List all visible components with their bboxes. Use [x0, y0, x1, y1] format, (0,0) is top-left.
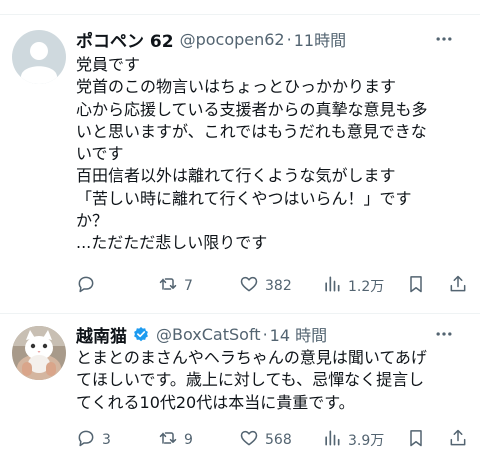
timestamp[interactable]: 11時間	[294, 27, 346, 51]
tweet-1[interactable]: ポコペン 62 @pocopen62 · 11時間 党員です 党首のこの物言いは…	[0, 15, 480, 313]
tweet-text-line: 党員です	[76, 55, 141, 74]
retweet-button[interactable]: 9	[158, 428, 193, 452]
share-button[interactable]	[448, 274, 468, 298]
retweet-icon	[158, 428, 178, 452]
bookmark-button[interactable]	[406, 428, 426, 452]
like-button[interactable]: 568	[239, 428, 292, 452]
view-count: 1.2万	[348, 279, 385, 295]
retweet-icon	[158, 274, 178, 298]
heart-icon	[239, 274, 259, 298]
share-button[interactable]	[448, 428, 468, 452]
tweet-header: ポコペン 62 @pocopen62 · 11時間	[76, 27, 468, 52]
reply-icon	[76, 428, 96, 452]
tweet-header: 越南猫 @BoxCatSoft · 14 時間	[76, 322, 468, 347]
bookmark-icon	[406, 428, 426, 452]
tweet-text-line: 党首のこの物言いはちょっとひっかかります	[76, 77, 397, 97]
views-chart-icon	[322, 428, 342, 452]
timestamp[interactable]: 14 時間	[270, 322, 327, 346]
action-bar: 7 382 1.2万	[76, 274, 468, 298]
share-icon	[448, 274, 468, 298]
action-bar: 3 9 568 3.9万	[76, 428, 468, 452]
tweet-text-line: か？	[76, 211, 109, 231]
like-count: 568	[265, 432, 292, 448]
like-count: 382	[265, 278, 292, 294]
share-icon	[448, 428, 468, 452]
tweet-text-line: 心から応援している支援者からの真摯な意見も多	[76, 99, 428, 119]
more-options-icon[interactable]	[434, 324, 454, 344]
tweet-text-line: てほしいです。歳上に対しても、忌憚なく提言し	[76, 370, 425, 390]
tweet-text-line: ...ただただ悲しい限りです	[76, 233, 268, 253]
separator-dot: ·	[286, 29, 292, 49]
tweet-text: とまとのまさんやヘラちゃんの意見は聞いてあげ てほしいです。歳上に対しても、忌憚…	[76, 347, 468, 414]
view-count: 3.9万	[348, 433, 385, 449]
cat-photo-avatar[interactable]	[12, 326, 66, 380]
tweet-text-line: 「苦しい時に離れて行くやつはいらん！」です	[76, 188, 412, 208]
display-name[interactable]: 越南猫	[76, 322, 127, 347]
more-options-icon[interactable]	[434, 29, 454, 49]
separator-dot: ·	[262, 324, 268, 344]
retweet-count: 9	[184, 432, 193, 448]
bookmark-icon	[406, 274, 426, 298]
like-button[interactable]: 382	[239, 274, 292, 298]
user-handle[interactable]: @pocopen62	[180, 30, 285, 49]
views-chart-icon	[322, 274, 342, 298]
retweet-button[interactable]: 7	[158, 274, 193, 298]
heart-icon	[239, 428, 259, 452]
user-handle[interactable]: @BoxCatSoft	[156, 325, 261, 344]
display-name[interactable]: ポコペン 62	[76, 27, 174, 52]
tweet-text: 党員です 党首のこの物言いはちょっとひっかかります 心から応援している支援者から…	[76, 54, 468, 255]
views-button[interactable]: 3.9万	[322, 428, 384, 452]
tweet-text-line: とまとのまさんやヘラちゃんの意見は聞いてあげ	[76, 348, 427, 367]
tweet-text-line: 百田信者以外は離れて行くような気がします	[76, 166, 396, 186]
tweet-text-line: いです	[76, 144, 124, 164]
reply-count: 3	[102, 432, 111, 448]
reply-icon	[76, 274, 96, 298]
views-button[interactable]: 1.2万	[322, 274, 384, 298]
tweet-2[interactable]: 越南猫 @BoxCatSoft · 14 時間 とまとのまさんやヘラちゃんの意見…	[0, 314, 480, 464]
default-avatar[interactable]	[12, 30, 66, 84]
tweet-text-line: いと思いますが、これではもうだれも意見できな	[76, 121, 427, 141]
tweet-text-line: てくれる10代20代は本当に貴重です。	[76, 392, 355, 412]
reply-button[interactable]	[76, 274, 102, 298]
retweet-count: 7	[184, 278, 193, 294]
reply-button[interactable]: 3	[76, 428, 111, 452]
bookmark-button[interactable]	[406, 274, 426, 298]
verified-badge-icon	[132, 325, 150, 343]
